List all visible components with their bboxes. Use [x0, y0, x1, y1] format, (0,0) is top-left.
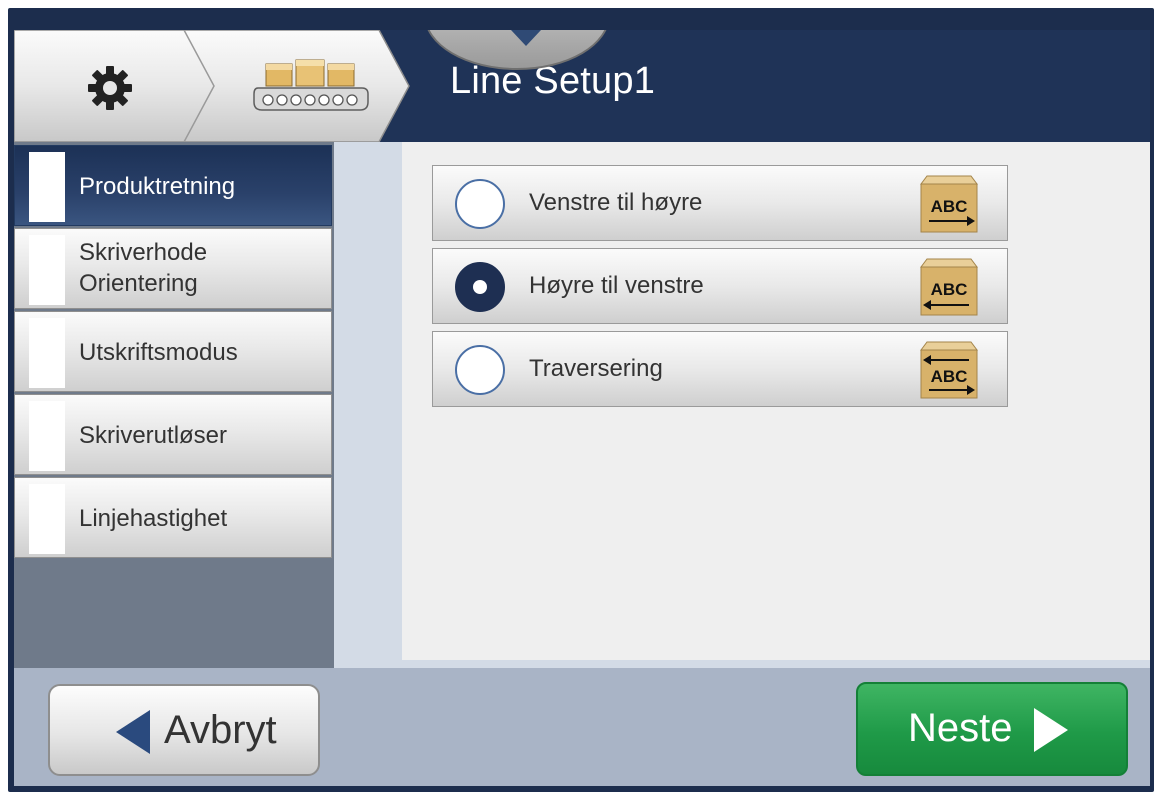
box-abc-arrow-right-icon: ABC [920, 175, 978, 233]
cancel-button[interactable]: Avbryt [48, 684, 320, 776]
option-label: Høyre til venstre [529, 272, 704, 299]
page-title: Line Setup1 [450, 60, 656, 102]
box-text: ABC [931, 367, 968, 386]
divider [402, 660, 1150, 668]
home-breadcrumb-button[interactable] [14, 30, 214, 142]
next-button[interactable]: Neste [856, 682, 1128, 776]
content-gutter [334, 142, 402, 668]
sidebar-item-label: Produktretning [79, 173, 236, 200]
screen: Line Setup1 Produktretning Skriverhode O… [14, 30, 1150, 786]
sidebar-item-utskriftsmodus[interactable]: Utskriftsmodus [14, 311, 332, 392]
radio-button-selected[interactable] [455, 262, 505, 312]
conveyor-boxes-icon [253, 59, 369, 111]
triangle-right-icon [1034, 708, 1068, 752]
radio-button[interactable] [455, 179, 505, 229]
sidebar-item-skriverutloser[interactable]: Skriverutløser [14, 394, 332, 475]
option-hoyre-til-venstre[interactable]: Høyre til venstre ABC [432, 248, 1008, 324]
nav-marker [29, 235, 65, 305]
sidebar-item-label: Utskriftsmodus [79, 339, 238, 366]
sidebar-item-label: Skriverutløser [79, 422, 228, 449]
sidebar-item-skriverhode-orientering[interactable]: Skriverhode Orientering [14, 228, 332, 309]
radio-button[interactable] [455, 345, 505, 395]
option-label: Venstre til høyre [529, 189, 703, 216]
nav-marker [29, 401, 65, 471]
option-venstre-til-hoyre[interactable]: Venstre til høyre ABC [432, 165, 1008, 241]
sidebar-item-label: Skriverhode Orientering [79, 239, 208, 297]
sidebar-item-label: Linjehastighet [79, 505, 228, 532]
box-abc-arrows-both-icon: ABC [920, 341, 978, 399]
nav-marker [29, 318, 65, 388]
box-text: ABC [931, 197, 968, 216]
sidebar-item-produktretning[interactable]: Produktretning [14, 145, 332, 226]
box-abc-arrow-left-icon: ABC [920, 258, 978, 316]
triangle-left-icon [116, 710, 150, 754]
option-label: Traversering [529, 355, 663, 382]
box-text: ABC [931, 280, 968, 299]
next-button-label: Neste [908, 706, 1013, 750]
line-setup-breadcrumb-button[interactable] [194, 30, 409, 142]
option-traversering[interactable]: Traversering ABC [432, 331, 1008, 407]
cancel-button-label: Avbryt [164, 708, 277, 752]
sidebar-item-linjehastighet[interactable]: Linjehastighet [14, 477, 332, 558]
gear-icon [88, 66, 132, 110]
chevron-down-icon [511, 30, 541, 46]
nav-marker [29, 152, 65, 222]
nav-marker [29, 484, 65, 554]
